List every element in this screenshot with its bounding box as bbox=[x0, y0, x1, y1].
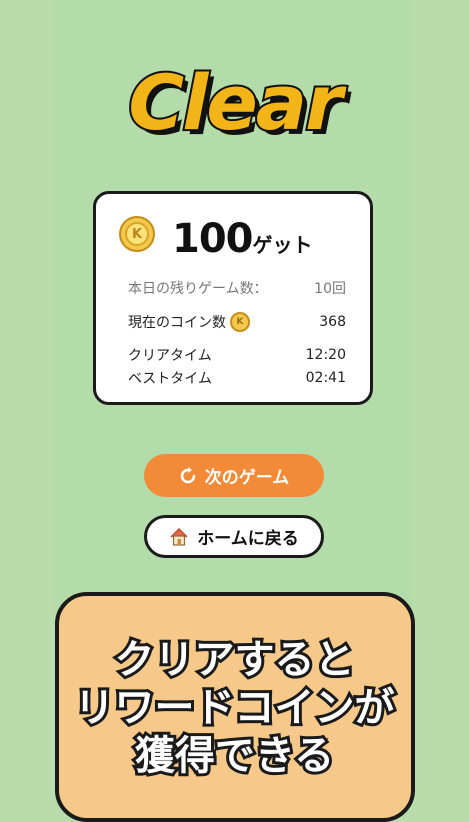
back-home-button[interactable]: ホームに戻る bbox=[144, 515, 324, 558]
result-card: K 100ゲット 本日の残りゲーム数： 10回 現在のコイン数 K 368 クリ… bbox=[93, 191, 373, 405]
coin-icon: K bbox=[119, 216, 155, 252]
current-coins-value: 368 bbox=[319, 314, 346, 330]
reward-unit: ゲット bbox=[252, 233, 313, 257]
remaining-games-row: 本日の残りゲーム数： 10回 bbox=[128, 278, 346, 298]
reward-amount: 100ゲット bbox=[172, 216, 313, 262]
promo-text: クリアすると リワードコインが 獲得できる bbox=[0, 634, 469, 782]
next-game-label: 次のゲーム bbox=[204, 468, 290, 488]
reward-number: 100 bbox=[172, 216, 253, 262]
promo-line-3: 獲得できる bbox=[132, 730, 337, 782]
best-time-label: ベストタイム bbox=[128, 371, 212, 387]
next-game-button[interactable]: 次のゲーム bbox=[144, 454, 324, 497]
clear-time-label: クリアタイム bbox=[128, 348, 212, 364]
best-time-value: 02:41 bbox=[305, 370, 346, 386]
replay-icon bbox=[179, 466, 197, 485]
promo-line-1: クリアすると bbox=[112, 634, 358, 686]
clear-time-value: 12:20 bbox=[305, 347, 346, 363]
current-coins-label: 現在のコイン数 bbox=[128, 315, 226, 331]
clear-logo: Clear bbox=[126, 56, 344, 149]
home-icon bbox=[169, 527, 189, 547]
promo-line-2: リワードコインが bbox=[72, 682, 398, 734]
coin-icon: K bbox=[230, 312, 250, 332]
current-coins-row: 現在のコイン数 K 368 bbox=[128, 312, 346, 332]
clear-time-row: クリアタイム 12:20 bbox=[128, 345, 346, 365]
best-time-row: ベストタイム 02:41 bbox=[128, 368, 346, 388]
back-home-label: ホームに戻る bbox=[197, 529, 299, 549]
remaining-games-value: 10回 bbox=[314, 281, 346, 297]
remaining-games-label: 本日の残りゲーム数： bbox=[128, 281, 268, 297]
